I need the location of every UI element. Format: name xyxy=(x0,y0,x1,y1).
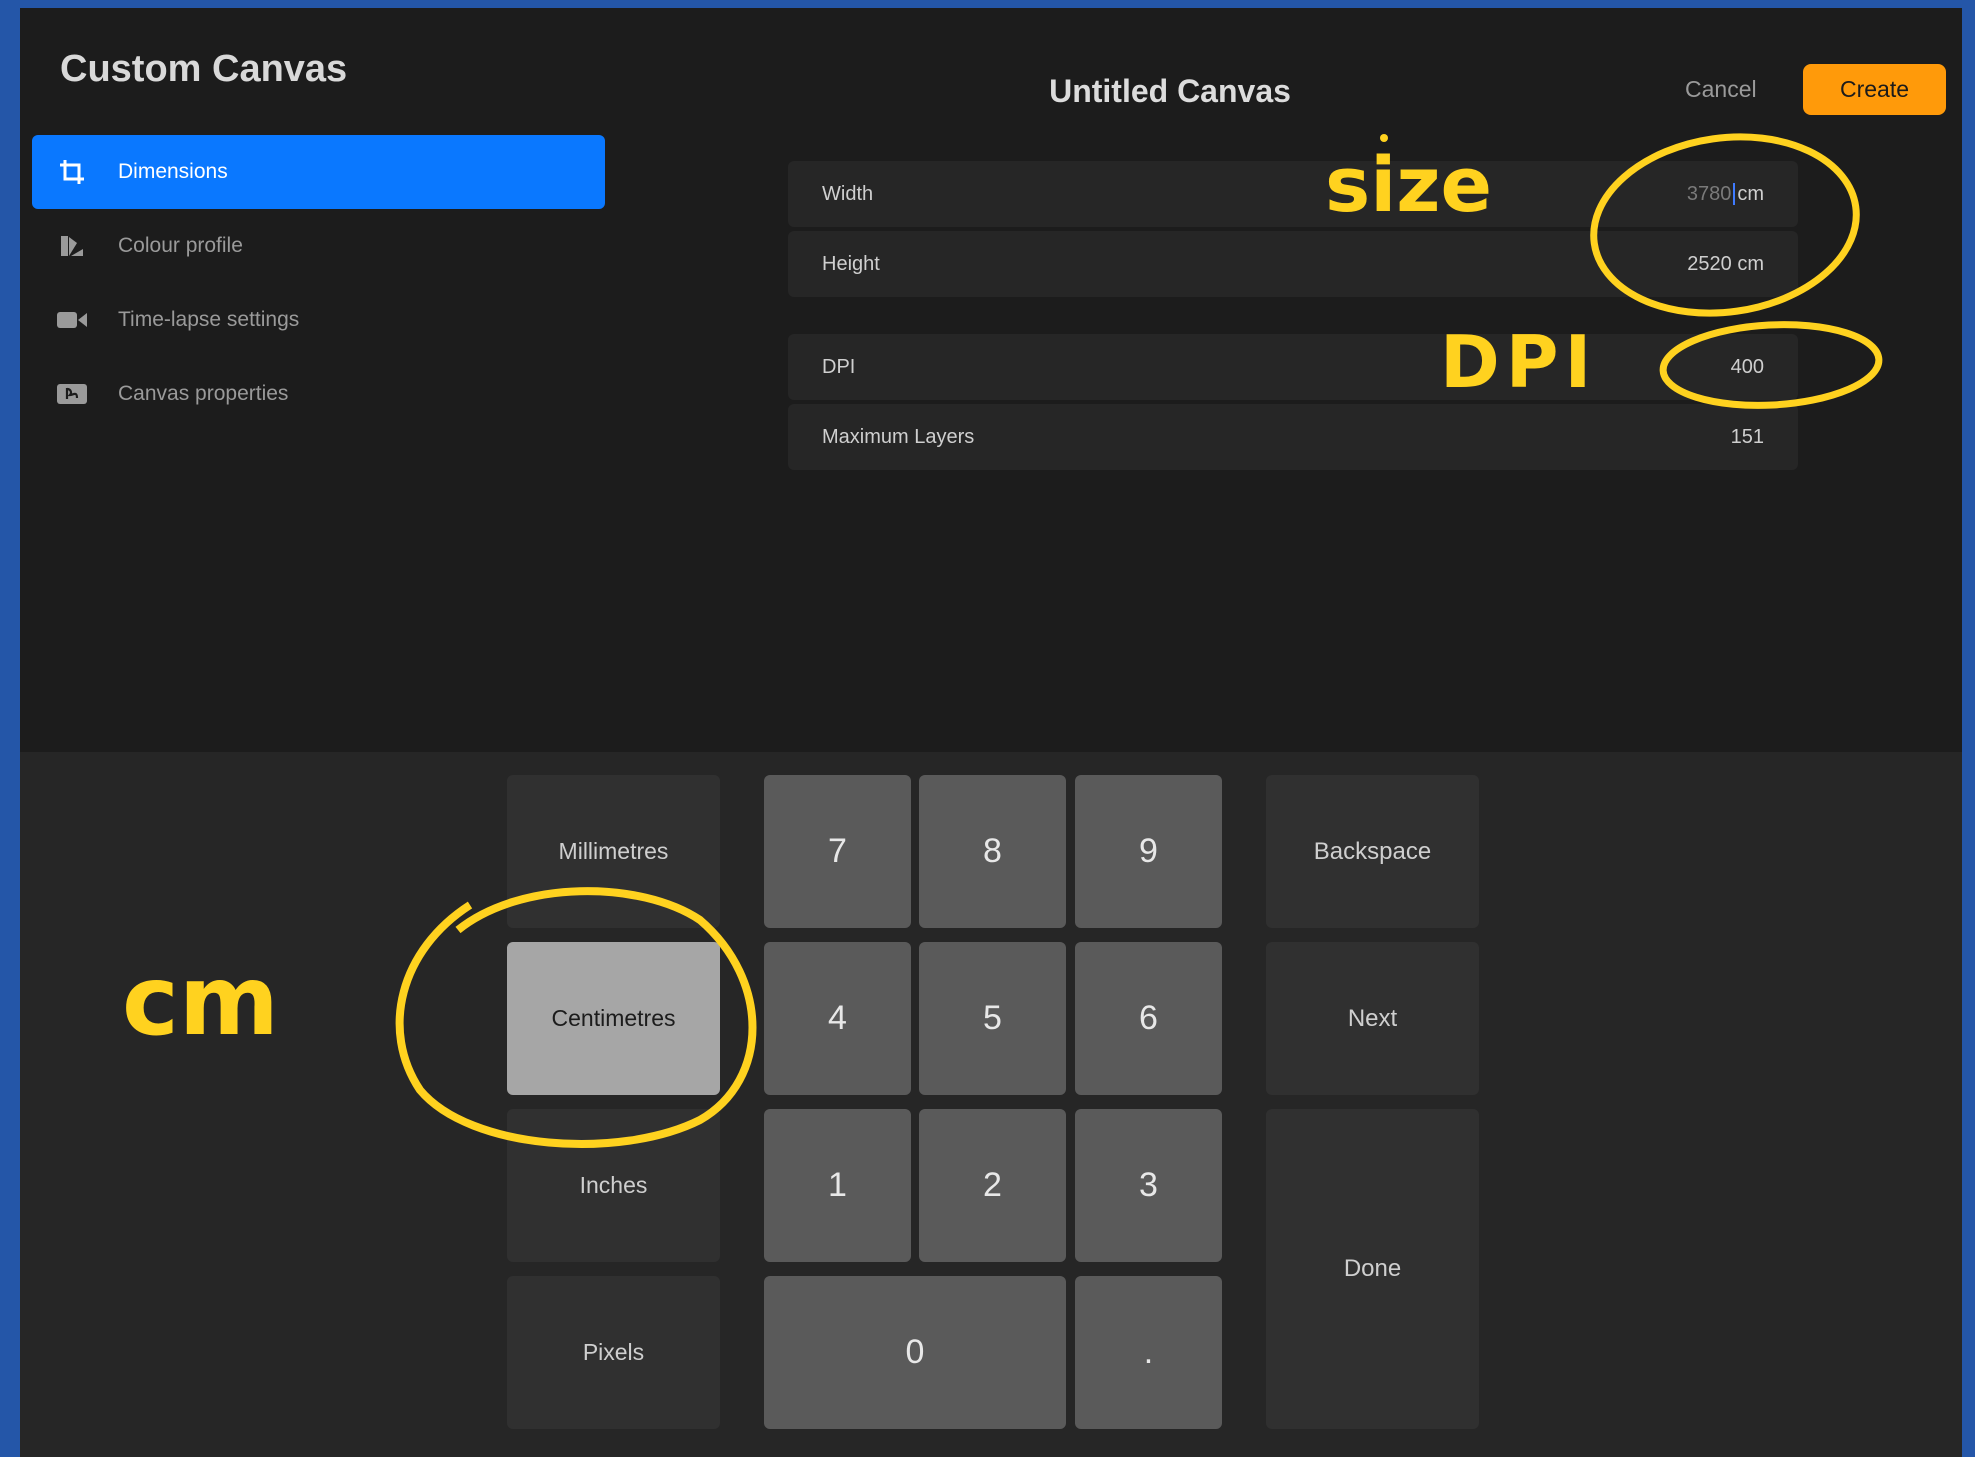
create-button[interactable]: Create xyxy=(1803,64,1946,115)
height-label: Height xyxy=(822,252,880,275)
height-field[interactable]: Height 2520 cm xyxy=(788,231,1798,297)
width-unit: cm xyxy=(1737,182,1764,205)
annotation-dpi-label: DPI xyxy=(1440,320,1598,404)
sidebar-item-label: Dimensions xyxy=(118,160,228,183)
key-4[interactable]: 4 xyxy=(764,942,911,1095)
sidebar-item-canvas-properties[interactable]: Canvas properties xyxy=(32,357,605,431)
key-6[interactable]: 6 xyxy=(1075,942,1222,1095)
width-label: Width xyxy=(822,182,874,205)
key-7[interactable]: 7 xyxy=(764,775,911,928)
unit-inches-button[interactable]: Inches xyxy=(507,1109,720,1262)
key-8[interactable]: 8 xyxy=(919,775,1066,928)
numeric-keypad: Millimetres Centimetres Inches Pixels 7 … xyxy=(20,752,1962,1457)
unit-centimetres-button[interactable]: Centimetres xyxy=(507,942,720,1095)
crop-icon xyxy=(54,157,90,187)
annotation-cm-label: cm xyxy=(122,945,279,1057)
dpi-value[interactable]: 400 xyxy=(1731,356,1764,379)
max-layers-field: Maximum Layers 151 xyxy=(788,404,1798,470)
text-caret xyxy=(1733,183,1736,206)
max-layers-value: 151 xyxy=(1730,425,1764,448)
width-field[interactable]: Width 3780 cm xyxy=(788,161,1798,227)
key-9[interactable]: 9 xyxy=(1075,775,1222,928)
next-button[interactable]: Next xyxy=(1266,942,1479,1095)
sidebar-item-time-lapse[interactable]: Time-lapse settings xyxy=(32,283,605,357)
unit-millimetres-button[interactable]: Millimetres xyxy=(507,775,720,928)
width-typed-value: 3780 xyxy=(1686,182,1732,205)
sidebar-item-label: Canvas properties xyxy=(118,382,289,405)
cancel-button[interactable]: Cancel xyxy=(1685,76,1757,103)
backspace-button[interactable]: Backspace xyxy=(1266,775,1479,928)
canvas-title: Untitled Canvas xyxy=(1049,73,1291,109)
key-2[interactable]: 2 xyxy=(919,1109,1066,1262)
key-5[interactable]: 5 xyxy=(919,942,1066,1095)
key-0[interactable]: 0 xyxy=(764,1276,1066,1429)
procreate-screen: Custom Canvas Dimensions Colour profile … xyxy=(20,8,1962,1457)
dpi-label: DPI xyxy=(822,355,856,378)
sidebar-item-label: Colour profile xyxy=(118,234,243,257)
key-1[interactable]: 1 xyxy=(764,1109,911,1262)
key-3[interactable]: 3 xyxy=(1075,1109,1222,1262)
settings-panel: Custom Canvas Dimensions Colour profile … xyxy=(20,8,1962,752)
width-value[interactable]: 3780 cm xyxy=(1687,183,1764,206)
canvas-properties-icon xyxy=(54,379,90,409)
annotation-size-label: size xyxy=(1325,140,1493,229)
sidebar-item-colour-profile[interactable]: Colour profile xyxy=(32,209,605,283)
done-button[interactable]: Done xyxy=(1266,1109,1479,1429)
colour-profile-icon xyxy=(54,231,90,261)
sidebar-item-dimensions[interactable]: Dimensions xyxy=(32,135,605,209)
unit-pixels-button[interactable]: Pixels xyxy=(507,1276,720,1429)
sidebar-item-label: Time-lapse settings xyxy=(118,308,300,331)
height-value[interactable]: 2520 cm xyxy=(1687,253,1764,276)
video-camera-icon xyxy=(54,305,90,335)
page-title: Custom Canvas xyxy=(60,48,348,90)
max-layers-label: Maximum Layers xyxy=(822,425,975,448)
key-decimal-point[interactable]: . xyxy=(1075,1276,1222,1429)
dpi-field[interactable]: DPI 400 xyxy=(788,334,1798,400)
